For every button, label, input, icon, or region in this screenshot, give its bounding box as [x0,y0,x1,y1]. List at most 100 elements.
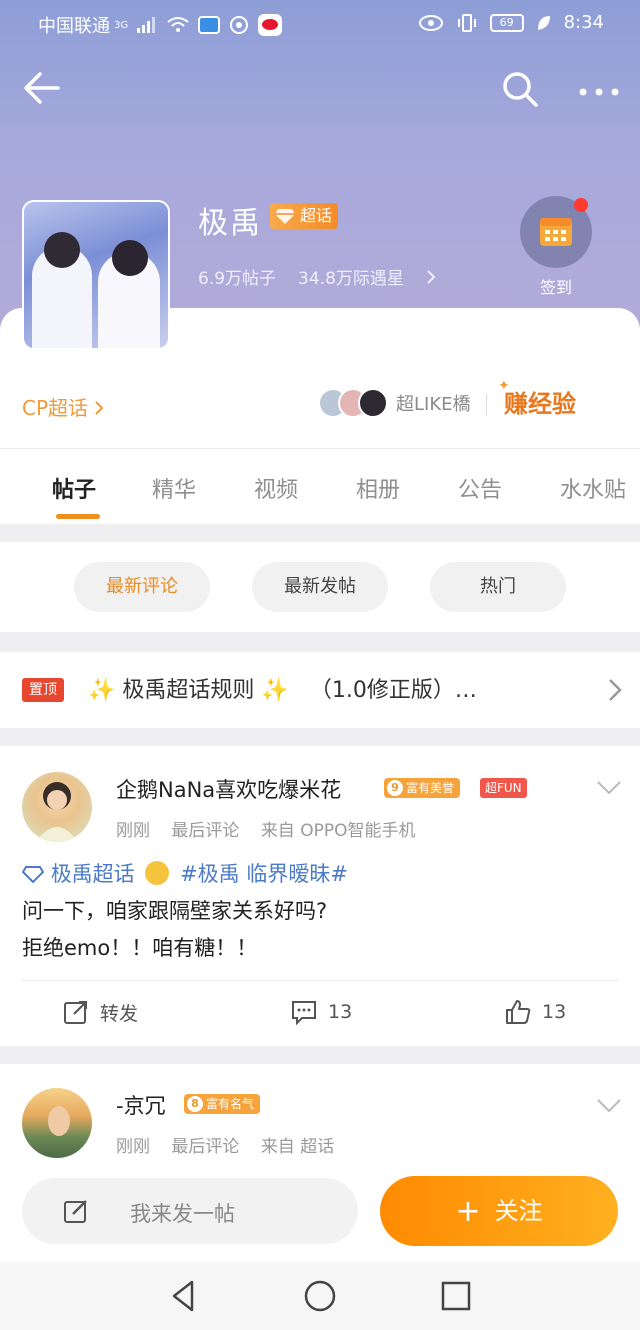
post-time: 刚刚 [116,821,150,841]
more-options-icon[interactable] [574,68,624,108]
username[interactable]: 企鹅NaNa喜欢吃爆米花 [116,774,341,804]
post-activity: 最后评论 [171,821,240,841]
sort-latest-comments-button[interactable]: 最新评论 [74,562,210,612]
username[interactable]: -京冗 [116,1090,166,1120]
status-bar: 中国联通 3G 69 8:34 [0,0,640,48]
comment-button[interactable]: 13 [290,998,352,1026]
chevron-right-icon [427,269,436,284]
sort-hot-button[interactable]: 热门 [430,562,566,612]
sort-bar: 最新评论 最新发帖 热门 [0,542,640,632]
divider [22,980,618,981]
clock: 8:34 [563,12,604,33]
post-card[interactable]: 企鹅NaNa喜欢吃爆米花 9 富有美誉 超FUN 刚刚 最后评论 来自 OPPO… [0,746,640,1046]
avatar[interactable] [22,772,92,842]
topic-title: 极禹 [198,206,262,241]
hotspot-icon [230,16,249,34]
cp-super-topic-link[interactable]: CP超话 [22,392,104,421]
chevron-down-icon[interactable] [596,780,622,796]
eye-icon [418,14,443,31]
notification-dot [574,198,588,212]
thumbs-up-icon [506,1000,531,1024]
top-navigation [0,62,640,114]
post-content: 极禹超话 #极禹 临界暧昧# 问一下，咱家跟隔壁家关系好吗? 拒绝emo！！咱有… [22,856,622,967]
tab-featured[interactable]: 精华 [152,472,196,504]
chevron-down-icon[interactable] [596,1098,622,1114]
post-meta: 刚刚 最后评论 来自 超话 [116,1132,350,1157]
edit-icon [64,1200,87,1223]
reputation-badge: 9 富有美誉 [384,778,461,798]
super-topic-icon [22,866,44,884]
posts-count: 6.9万帖子 [198,269,277,289]
hashtag-link[interactable]: #极禹 临界暧昧# [180,862,348,886]
battery-indicator: 69 [489,13,524,32]
compose-post-input[interactable]: 我来发一帖 [22,1178,358,1244]
plus-icon: + [455,1194,481,1229]
level-badge: 8 [187,1096,203,1112]
repost-button[interactable]: 转发 [62,998,138,1026]
super-like-fans[interactable]: 超LIKE橋 [318,388,471,418]
sparkle-icon: ✦ [498,378,510,394]
nav-home-icon[interactable] [302,1278,338,1314]
pinned-post[interactable]: 置顶 ✨ 极禹超话规则 ✨ （1.0修正版）… [0,652,640,728]
sparkle-icon: ✨ [261,678,289,703]
comment-icon [292,1001,316,1026]
fans-label: 超LIKE橋 [396,394,471,415]
tab-announcements[interactable]: 公告 [458,472,502,504]
app-notification-icon [198,16,221,34]
like-button[interactable]: 13 [504,998,566,1026]
post-card[interactable]: -京冗 8 富有名气 刚刚 最后评论 来自 超话 [0,1064,640,1164]
tab-posts[interactable]: 帖子 [52,472,96,504]
tab-casual-posts[interactable]: 水水贴 [560,472,626,504]
post-activity: 最后评论 [171,1137,240,1157]
signal-icon [137,17,156,33]
pinned-title: ✨ 极禹超话规则 ✨ （1.0修正版）… [88,678,477,703]
weibo-notification-icon [258,14,283,36]
fan-avatar [358,388,388,418]
back-arrow-icon[interactable] [20,68,64,108]
post-text-line: 拒绝emo！！咱有糖！！ [22,936,258,960]
avatar-portrait [36,782,78,842]
members-count: 34.8万际遇星 [298,269,404,289]
system-navigation-bar [0,1262,640,1330]
nav-back-icon[interactable] [166,1278,202,1314]
chevron-right-icon [95,401,104,415]
carrier-label: 中国联通 [38,16,110,37]
follow-button[interactable]: + 关注 [380,1176,618,1246]
compose-placeholder: 我来发一帖 [130,1202,235,1226]
leaf-icon [537,15,550,30]
topic-link[interactable]: 极禹超话 [51,862,135,886]
sort-latest-posts-button[interactable]: 最新发帖 [252,562,388,612]
earn-experience-button[interactable]: ✦ 赚经验 [498,378,576,419]
reputation-badge: 8 富有名气 [184,1094,261,1114]
avatar[interactable] [22,1088,92,1158]
sparkle-icon: ✨ [88,678,116,703]
network-label: 3G [114,19,129,31]
checkin-button[interactable]: 签到 [520,196,592,298]
bottom-action-bar: 我来发一帖 + 关注 [0,1160,640,1262]
topic-cover-image[interactable] [22,200,170,350]
divider [0,448,640,449]
comment-count: 13 [328,1001,353,1023]
like-count: 13 [542,1001,567,1023]
tab-videos[interactable]: 视频 [254,472,298,504]
pinned-tag: 置顶 [22,678,64,702]
super-topic-badge: 超话 [270,203,339,229]
topic-stats[interactable]: 6.9万帖子 34.8万际遇星 [198,264,436,289]
emoji-icon [145,861,170,885]
post-source: 来自 超话 [260,1137,335,1157]
repost-icon [64,1001,87,1024]
nav-recents-icon[interactable] [438,1278,474,1314]
post-source: 来自 OPPO智能手机 [260,821,416,841]
diamond-icon [275,209,295,224]
post-text-line: 问一下，咱家跟隔壁家关系好吗? [22,899,328,923]
active-tab-indicator [56,514,100,519]
chevron-right-icon [609,679,622,701]
divider [486,394,487,416]
checkin-label: 签到 [539,278,572,297]
post-meta: 刚刚 最后评论 来自 OPPO智能手机 [116,816,431,841]
post-time: 刚刚 [116,1137,150,1157]
vibrate-icon [457,13,476,32]
fun-badge: 超FUN [480,778,527,798]
tab-albums[interactable]: 相册 [356,472,400,504]
search-icon[interactable] [498,68,542,108]
